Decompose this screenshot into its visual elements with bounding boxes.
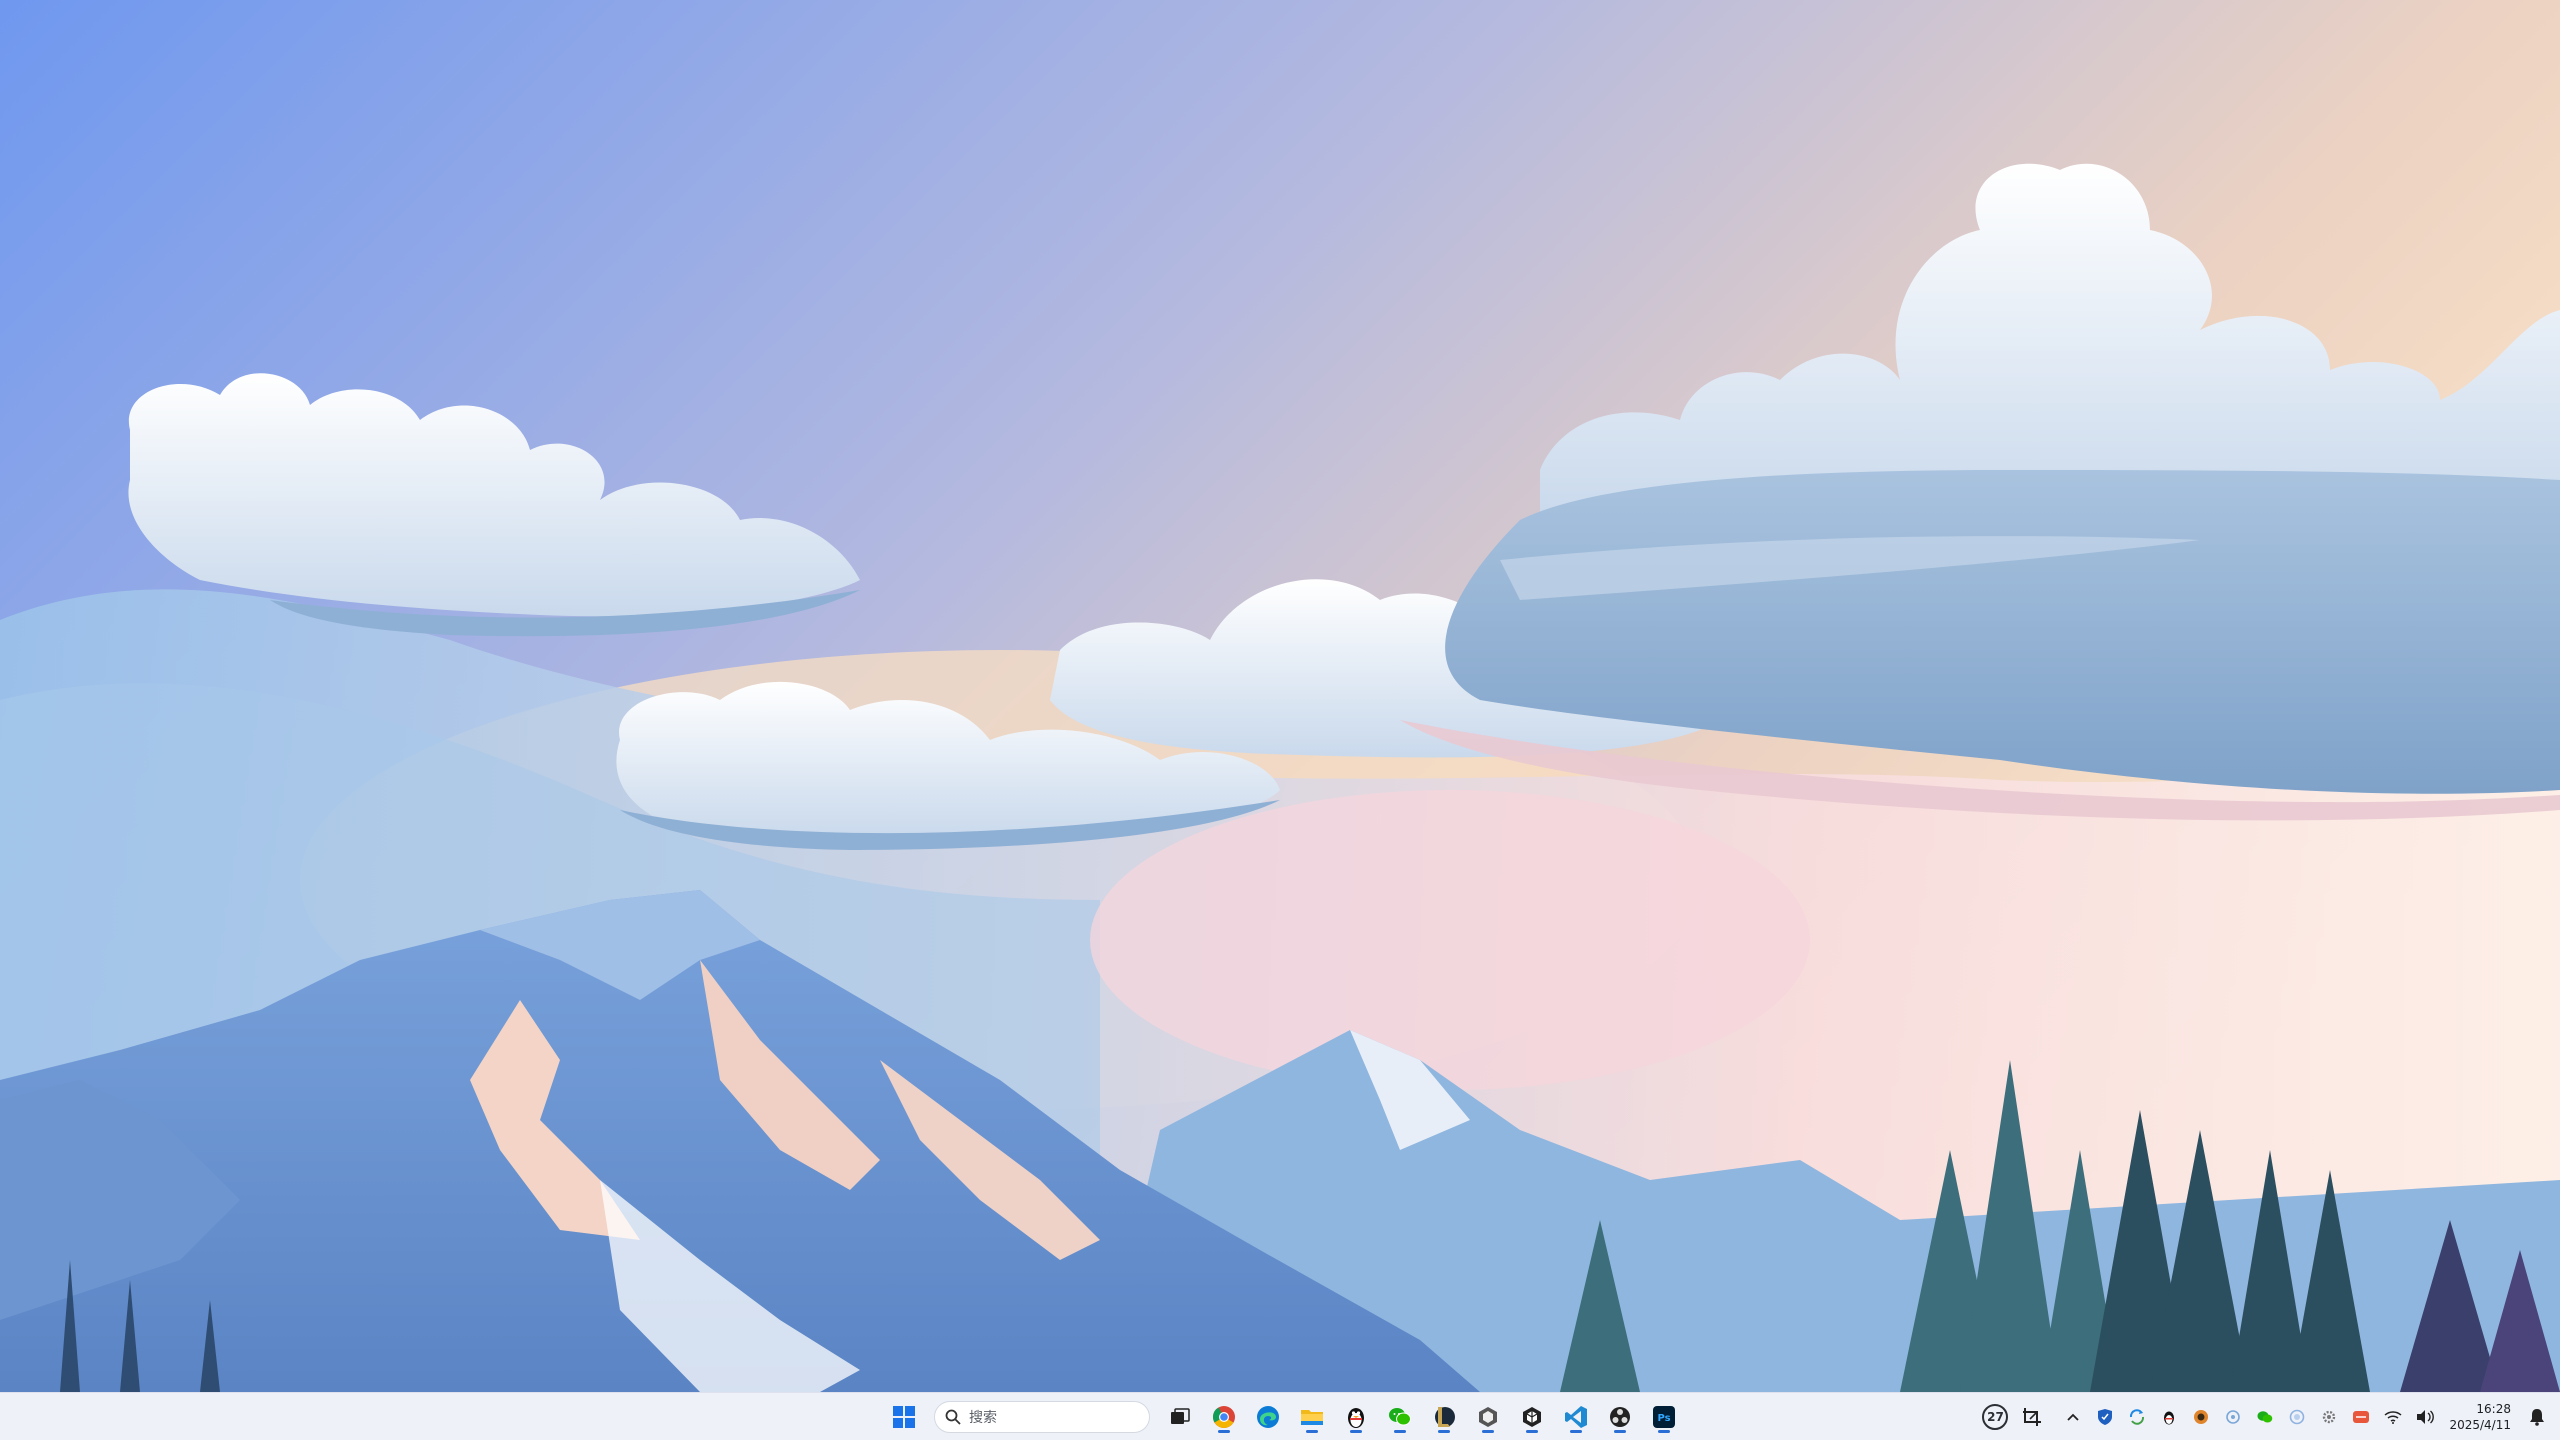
circle-app-icon [2194, 1410, 2209, 1424]
windows-icon [893, 1406, 915, 1428]
taskbar-app-photoshop[interactable]: Ps [1646, 1399, 1682, 1435]
tray-app-red[interactable] [2348, 1404, 2374, 1430]
qq-penguin-icon [2164, 1411, 2175, 1425]
taskbar-clock[interactable]: 16:28 2025/4/11 [2449, 1401, 2511, 1433]
task-view-icon [1171, 1408, 1190, 1424]
tray-wechat[interactable] [2252, 1404, 2278, 1430]
tray-app-network[interactable] [2220, 1404, 2246, 1430]
task-view-button[interactable] [1162, 1399, 1198, 1435]
search-placeholder: 搜索 [969, 1410, 997, 1426]
taskbar-app-chrome[interactable] [1206, 1399, 1242, 1435]
desktop-wallpaper [0, 0, 2560, 1392]
wechat-icon [1389, 1408, 1411, 1426]
bell-icon [2530, 1409, 2544, 1426]
tray-app-blue-circle[interactable] [2284, 1404, 2310, 1430]
wifi-icon [2384, 1411, 2402, 1424]
photoshop-icon: Ps [1653, 1406, 1675, 1428]
clock-time: 16:28 [2476, 1402, 2511, 1416]
taskbar-app-unity[interactable] [1514, 1399, 1550, 1435]
folder-icon [1301, 1410, 1323, 1425]
tray-volume[interactable] [2412, 1404, 2438, 1430]
network-tool-icon [2226, 1410, 2241, 1424]
photoshop-label: Ps [1657, 1413, 1670, 1424]
start-button[interactable] [886, 1399, 922, 1435]
unity-hub-icon [1479, 1407, 1497, 1427]
league-icon [1435, 1407, 1455, 1427]
qq-penguin-icon [1348, 1408, 1364, 1428]
weather-temp: 27 [1982, 1404, 2009, 1430]
red-app-icon [2353, 1411, 2370, 1423]
taskbar-app-qq[interactable] [1338, 1399, 1374, 1435]
obs-icon [1610, 1407, 1630, 1427]
edge-icon [1257, 1406, 1279, 1428]
unity-icon [1523, 1407, 1541, 1427]
speaker-icon [2417, 1410, 2435, 1424]
screenshot-icon [2023, 1408, 2042, 1426]
taskbar-app-edge[interactable] [1250, 1399, 1286, 1435]
tray-sync[interactable] [2124, 1404, 2150, 1430]
vscode-icon [1565, 1406, 1587, 1428]
clock-date: 2025/4/11 [2449, 1418, 2511, 1432]
taskbar-app-vscode[interactable] [1558, 1399, 1594, 1435]
taskbar-app-wechat[interactable] [1382, 1399, 1418, 1435]
notification-button[interactable] [2524, 1404, 2550, 1430]
tray-app-orange[interactable] [2188, 1404, 2214, 1430]
taskbar-app-obs[interactable] [1602, 1399, 1638, 1435]
tray-qq[interactable] [2156, 1404, 2182, 1430]
chrome-icon [1213, 1406, 1235, 1428]
ring-icon [2290, 1409, 2305, 1425]
taskbar: 搜索 Ps 27 16:28 2025/4/11 [0, 1392, 2560, 1440]
weather-widget[interactable]: 27 [1982, 1404, 2009, 1430]
gear-icon [2323, 1410, 2336, 1424]
taskbar-app-league[interactable] [1426, 1399, 1462, 1435]
tray-app-settings[interactable] [2316, 1404, 2342, 1430]
tray-overflow-button[interactable] [2060, 1404, 2086, 1430]
tray-defender[interactable] [2092, 1404, 2118, 1430]
system-tray: 27 16:28 2025/4/11 [1979, 1393, 2560, 1441]
taskbar-center: 搜索 Ps [886, 1393, 1682, 1441]
search-icon [945, 1409, 961, 1425]
shield-icon [2098, 1409, 2113, 1425]
search-box[interactable]: 搜索 [934, 1401, 1150, 1433]
chevron-up-icon [2067, 1413, 2080, 1421]
snipping-tool-button[interactable] [2019, 1404, 2045, 1430]
taskbar-app-unity-hub[interactable] [1470, 1399, 1506, 1435]
sync-icon [2130, 1409, 2145, 1425]
tray-wifi[interactable] [2380, 1404, 2406, 1430]
wechat-icon [2257, 1411, 2273, 1423]
taskbar-app-file-explorer[interactable] [1294, 1399, 1330, 1435]
